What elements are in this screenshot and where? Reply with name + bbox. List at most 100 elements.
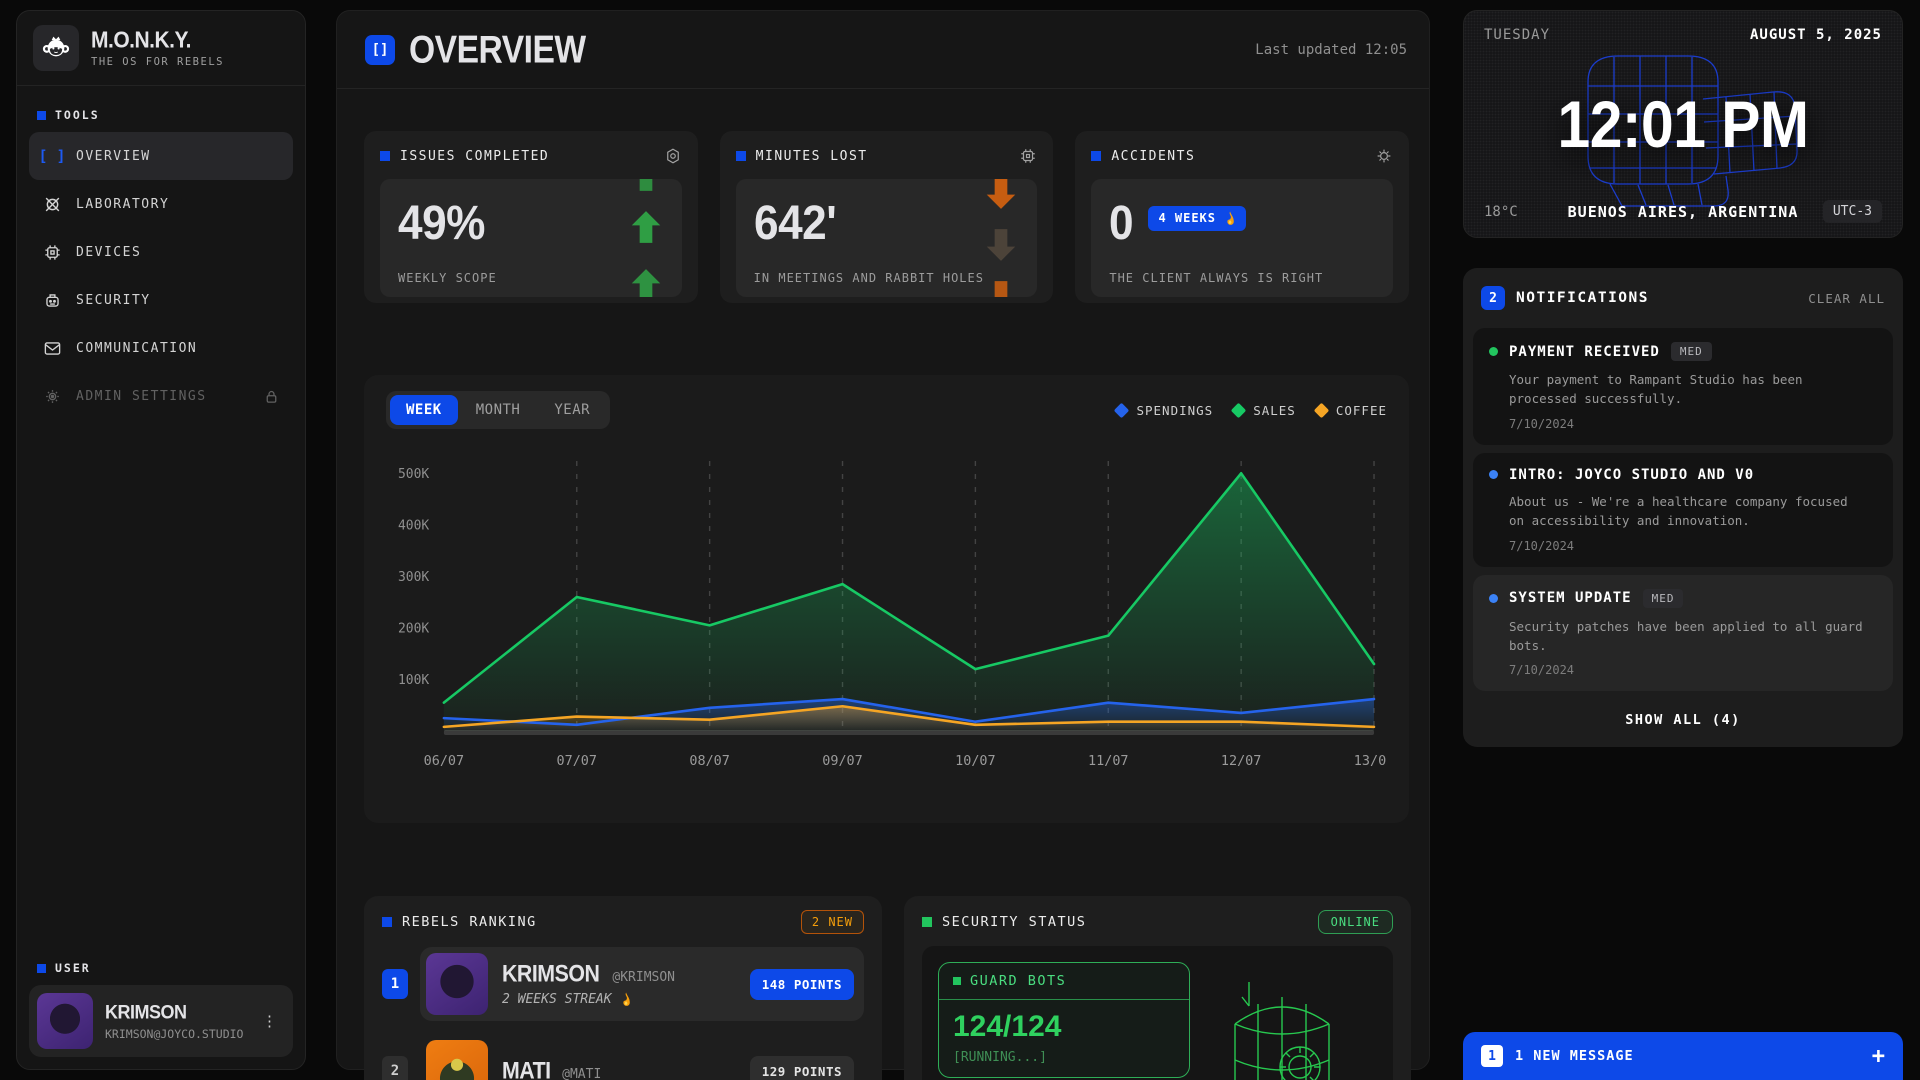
chip-gear-icon[interactable]	[1019, 147, 1037, 165]
mail-icon	[42, 338, 62, 358]
rank-number: 2	[382, 1056, 408, 1080]
brackets-icon: [ ]	[42, 146, 62, 166]
stat-title: MINUTES LOST	[756, 149, 868, 164]
clear-all-button[interactable]: CLEAR ALL	[1808, 291, 1885, 306]
stat-body: 642' IN MEETINGS AND RABBIT HOLES	[736, 179, 1038, 297]
chart-legend: SPENDINGS SALES COFFEE	[1116, 403, 1387, 418]
card-bullet	[736, 151, 746, 161]
priority-badge: MED	[1671, 342, 1712, 361]
overview-brackets-icon: []	[365, 35, 395, 65]
card-bullet	[1091, 151, 1101, 161]
legend-spendings[interactable]: SPENDINGS	[1116, 403, 1213, 418]
ranking-row-2[interactable]: 2 MATI @MATI 129 POINTS	[382, 1034, 864, 1080]
rebels-ranking-card: REBELS RANKING 2 NEW 1 KRIMSON @KRIMSON …	[364, 896, 882, 1080]
online-badge: ONLINE	[1318, 910, 1393, 934]
notification-system-update[interactable]: SYSTEM UPDATE MED Security patches have …	[1473, 575, 1893, 692]
stat-card-minutes: MINUTES LOST 642' IN MEETINGS AND RABBIT…	[720, 131, 1054, 303]
status-dot	[1489, 347, 1498, 356]
guard-bot-wireframe	[1217, 964, 1347, 1080]
message-label: 1 NEW MESSAGE	[1515, 1048, 1634, 1064]
svg-text:06/07: 06/07	[424, 753, 465, 769]
sidebar-item-laboratory[interactable]: LABORATORY	[29, 180, 293, 228]
cog-icon[interactable]	[1375, 147, 1393, 165]
notification-body: Your payment to Rampant Studio has been …	[1509, 370, 1869, 409]
legend-coffee[interactable]: COFFEE	[1316, 403, 1387, 418]
user-name: KRIMSON	[105, 1001, 243, 1024]
last-updated: Last updated 12:05	[1255, 42, 1407, 58]
legend-sales[interactable]: SALES	[1233, 403, 1296, 418]
clock-widget: TUESDAY AUGUST 5, 2025 12:01 PM 18°C BUE…	[1463, 10, 1903, 238]
points-badge: 129 POINTS	[750, 1056, 854, 1080]
notification-date: 7/10/2024	[1509, 663, 1877, 677]
guard-bots-panel: GUARD BOTS 124/124 [RUNNING...]	[938, 962, 1190, 1078]
avatar	[37, 993, 93, 1049]
stat-title: ISSUES COMPLETED	[400, 149, 549, 164]
tab-month[interactable]: MONTH	[460, 395, 537, 425]
sidebar-item-communication[interactable]: COMMUNICATION	[29, 324, 293, 372]
flame-icon	[619, 992, 632, 1007]
stat-body: 0 4 WEEKS THE CLIENT ALWAYS IS RIGHT	[1091, 179, 1393, 297]
streak-badge: 4 WEEKS	[1148, 206, 1246, 231]
user-card[interactable]: KRIMSON KRIMSON@JOYCO.STUDIO ⋮	[29, 985, 293, 1057]
page-title: OVERVIEW	[409, 27, 586, 72]
trend-down-arrows-icon	[981, 179, 1021, 297]
notification-payment[interactable]: PAYMENT RECEIVED MED Your payment to Ram…	[1473, 328, 1893, 445]
stat-value: 642'	[754, 198, 1009, 246]
stat-cards: ISSUES COMPLETED 49% WEEKLY SCOPE	[364, 131, 1409, 303]
plus-icon[interactable]: +	[1872, 1044, 1885, 1069]
svg-text:11/07: 11/07	[1088, 753, 1129, 769]
sidebar: M.O.N.K.Y. THE OS FOR REBELS TOOLS [ ] O…	[16, 10, 306, 1070]
svg-text:10/07: 10/07	[955, 753, 996, 769]
stat-body: 49% WEEKLY SCOPE	[380, 179, 682, 297]
diamond-icon	[1231, 402, 1247, 418]
notification-date: 7/10/2024	[1509, 539, 1877, 553]
weekday: TUESDAY	[1484, 27, 1550, 43]
sidebar-item-security[interactable]: SECURITY	[29, 276, 293, 324]
notifications-title: NOTIFICATIONS	[1516, 290, 1649, 306]
panel-bullet	[953, 977, 961, 985]
avatar	[426, 1040, 488, 1080]
new-count-badge: 2 NEW	[801, 910, 864, 934]
temperature: 18°C	[1484, 204, 1518, 220]
main-content: [] OVERVIEW Last updated 12:05 ISSUES CO…	[336, 10, 1430, 1070]
flame-icon	[1223, 211, 1236, 226]
notification-body: Security patches have been applied to al…	[1509, 617, 1869, 656]
stat-card-issues: ISSUES COMPLETED 49% WEEKLY SCOPE	[364, 131, 698, 303]
location: BUENOS AIRES, ARGENTINA	[1568, 203, 1799, 221]
trend-up-arrows-icon	[626, 179, 666, 297]
kebab-menu-icon[interactable]: ⋮	[262, 1019, 277, 1024]
notifications-panel: 2 NOTIFICATIONS CLEAR ALL PAYMENT RECEIV…	[1463, 268, 1903, 747]
sidebar-nav: TOOLS [ ] OVERVIEW LABORATORY DEVICES	[17, 86, 305, 420]
chip-icon	[42, 242, 62, 262]
gear-icon	[42, 386, 62, 406]
tab-year[interactable]: YEAR	[538, 395, 606, 425]
hex-gear-icon[interactable]	[664, 147, 682, 165]
svg-text:07/07: 07/07	[557, 753, 598, 769]
card-bullet	[922, 917, 932, 927]
security-body: GUARD BOTS 124/124 [RUNNING...] FIREWALL	[922, 946, 1393, 1080]
app-subtitle: THE OS FOR REBELS	[91, 56, 224, 68]
svg-text:500K: 500K	[398, 467, 429, 482]
ranking-row-1[interactable]: 1 KRIMSON @KRIMSON 2 WEEKS STREAK 148 PO…	[382, 947, 864, 1021]
notification-body: About us - We're a healthcare company fo…	[1509, 492, 1869, 531]
rebel-name: MATI	[502, 1057, 551, 1080]
svg-text:12/07: 12/07	[1221, 753, 1262, 769]
stat-caption: IN MEETINGS AND RABBIT HOLES	[754, 271, 1020, 285]
sidebar-item-devices[interactable]: DEVICES	[29, 228, 293, 276]
show-all-button[interactable]: SHOW ALL (4)	[1471, 699, 1895, 739]
avatar	[426, 953, 488, 1015]
svg-text:400K: 400K	[398, 518, 429, 533]
svg-text:200K: 200K	[398, 621, 429, 636]
guard-bots-status: [RUNNING...]	[953, 1050, 1175, 1065]
sidebar-item-overview[interactable]: [ ] OVERVIEW	[29, 132, 293, 180]
tab-week[interactable]: WEEK	[390, 395, 458, 425]
chart-range-tabs: WEEK MONTH YEAR	[386, 391, 610, 429]
rebel-handle: @MATI	[562, 1067, 601, 1080]
notification-intro[interactable]: INTRO: JOYCO STUDIO AND V0 About us - We…	[1473, 453, 1893, 567]
user-email: KRIMSON@JOYCO.STUDIO	[105, 1027, 243, 1041]
notifications-count-badge: 2	[1481, 286, 1505, 310]
diamond-icon	[1314, 402, 1330, 418]
new-message-bar[interactable]: 1 1 NEW MESSAGE +	[1463, 1032, 1903, 1080]
sidebar-item-admin-settings[interactable]: ADMIN SETTINGS	[29, 372, 293, 420]
stat-title: ACCIDENTS	[1111, 149, 1195, 164]
